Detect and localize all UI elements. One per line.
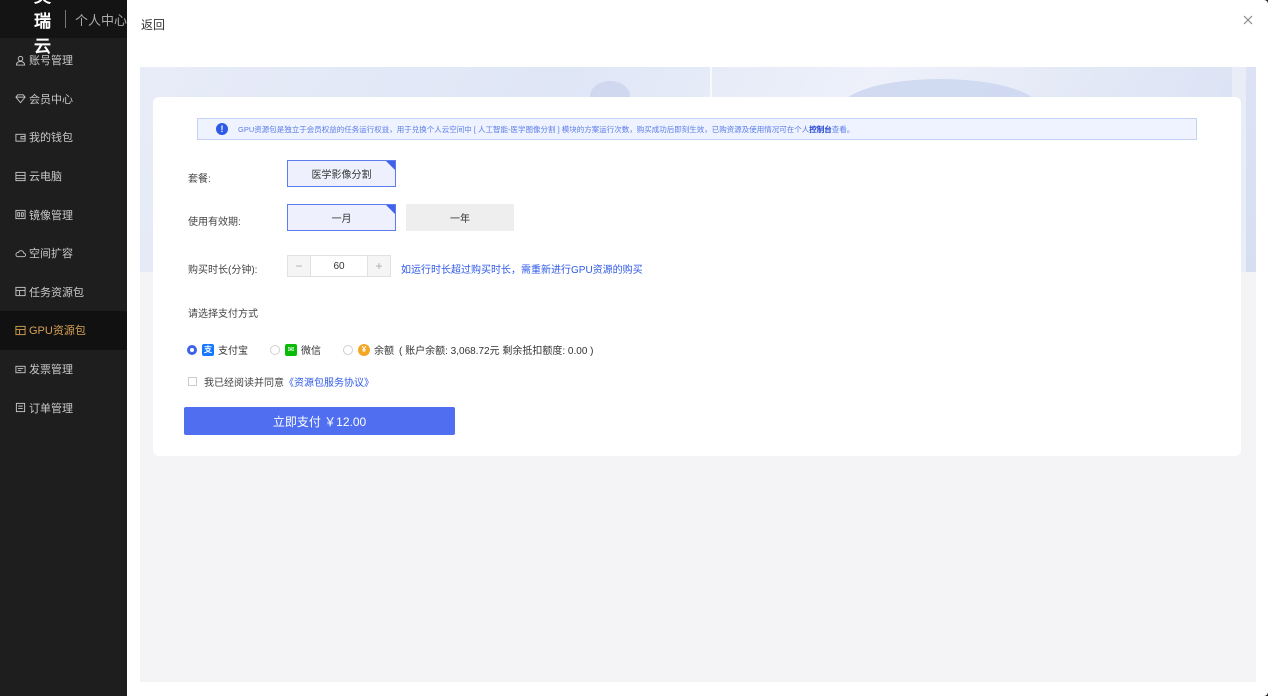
- sidebar-item-label: 空间扩容: [29, 248, 73, 261]
- balance-label: 余额: [374, 346, 394, 357]
- package-label: 套餐:: [188, 174, 211, 185]
- brand-subtitle: 个人中心: [74, 12, 127, 28]
- payment-option-alipay[interactable]: 支 支付宝: [187, 342, 248, 357]
- sidebar-item-orders[interactable]: 订单管理: [0, 388, 127, 427]
- payment-option-balance[interactable]: ¥ 余额 ( 账户余额: 3,068.72元 剩余抵扣额度: 0.00 ): [343, 342, 594, 357]
- wechat-icon: ✉: [285, 343, 297, 356]
- validity-label: 使用有效期:: [188, 217, 241, 228]
- sidebar-item-label: 订单管理: [29, 402, 73, 415]
- notice-text: GPU资源包是独立于会员权益的任务运行权益，用于兑换个人云空间中 [ 人工智能-…: [238, 124, 855, 134]
- user-icon: [14, 54, 26, 66]
- increment-button[interactable]: +: [368, 256, 390, 276]
- console-link[interactable]: 控制台: [809, 125, 832, 134]
- coin-icon: ¥: [358, 343, 370, 356]
- agreement-text: 我已经阅读并同意: [204, 378, 284, 389]
- alipay-label: 支付宝: [218, 346, 248, 357]
- sidebar-item-label: 云电脑: [29, 171, 62, 184]
- alipay-radio[interactable]: [187, 344, 197, 355]
- validity-option-year[interactable]: 一年: [406, 204, 514, 231]
- diamond-icon: [14, 93, 26, 105]
- package-icon: [14, 286, 26, 298]
- pay-now-button[interactable]: 立即支付 ￥12.00: [184, 407, 455, 435]
- agreement-link[interactable]: 《资源包服务协议》: [284, 374, 374, 389]
- sidebar-item-label: 发票管理: [29, 364, 73, 377]
- invoice-icon: [14, 363, 26, 375]
- wallet-icon: [14, 131, 26, 143]
- sidebar-item-gpu-package[interactable]: GPU资源包: [0, 311, 127, 350]
- sidebar-item-label: 任务资源包: [29, 286, 84, 299]
- sidebar-item-label: 我的钱包: [29, 132, 73, 145]
- brand-header: 英瑞云 个人中心: [0, 0, 127, 56]
- close-icon[interactable]: [1240, 12, 1256, 28]
- purchase-card: ! GPU资源包是独立于会员权益的任务运行权益，用于兑换个人云空间中 [ 人工智…: [153, 97, 1241, 456]
- back-link[interactable]: 返回: [141, 16, 165, 33]
- sidebar-item-label: 账号管理: [29, 55, 73, 68]
- sidebar-item-account[interactable]: 账号管理: [0, 41, 127, 80]
- sidebar-item-label: 镜像管理: [29, 209, 73, 222]
- sidebar-item-label: 会员中心: [29, 93, 73, 106]
- sidebar-item-membership[interactable]: 会员中心: [0, 80, 127, 119]
- sidebar-item-invoices[interactable]: 发票管理: [0, 350, 127, 389]
- sidebar-item-task-package[interactable]: 任务资源包: [0, 273, 127, 312]
- duration-label: 购买时长(分钟):: [188, 265, 258, 276]
- sidebar-item-storage[interactable]: 空间扩容: [0, 234, 127, 273]
- agreement-checkbox[interactable]: [188, 377, 197, 386]
- sidebar-item-cloud-pc[interactable]: 云电脑: [0, 157, 127, 196]
- package-icon: [14, 324, 26, 336]
- computer-icon: [14, 170, 26, 182]
- package-option-medical-segmentation[interactable]: 医学影像分割: [287, 160, 396, 187]
- sidebar-item-images[interactable]: 镜像管理: [0, 195, 127, 234]
- sidebar-item-label: GPU资源包: [29, 325, 86, 338]
- balance-radio[interactable]: [343, 344, 353, 355]
- sidebar-item-wallet[interactable]: 我的钱包: [0, 118, 127, 157]
- payment-method-label: 请选择支付方式: [188, 309, 258, 320]
- agreement-row: 我已经阅读并同意 《资源包服务协议》: [188, 374, 374, 389]
- sidebar: 英瑞云 个人中心 账号管理 会员中心 我的钱包 云电脑 镜像管理 空间扩容: [0, 0, 127, 696]
- cloud-icon: [14, 247, 26, 259]
- wechat-label: 微信: [301, 346, 321, 357]
- brand-logo-text: 英瑞云: [34, 0, 52, 56]
- validity-option-month[interactable]: 一月: [287, 204, 396, 231]
- duration-hint: 如运行时长超过购买时长，需重新进行GPU资源的购买: [401, 265, 643, 276]
- payment-option-wechat[interactable]: ✉ 微信: [270, 342, 321, 357]
- duration-stepper: − 60 +: [287, 255, 391, 277]
- info-notice: ! GPU资源包是独立于会员权益的任务运行权益，用于兑换个人云空间中 [ 人工智…: [197, 118, 1197, 140]
- wechat-radio[interactable]: [270, 344, 280, 355]
- decrement-button[interactable]: −: [288, 256, 310, 276]
- order-icon: [14, 402, 26, 414]
- alipay-icon: 支: [202, 343, 214, 356]
- payment-options: 支 支付宝 ✉ 微信 ¥ 余额 ( 账户余额: 3,068.72元 剩余抵扣额度…: [187, 342, 616, 357]
- balance-detail: ( 账户余额: 3,068.72元 剩余抵扣额度: 0.00 ): [399, 346, 594, 357]
- image-icon: [14, 209, 26, 221]
- gpu-package-panel: 返回 ! GPU资源包是独立于会员权益的任务运行权益，用于兑换个人云空间中 [ …: [127, 0, 1268, 696]
- duration-input[interactable]: 60: [310, 256, 368, 276]
- sidebar-nav: 账号管理 会员中心 我的钱包 云电脑 镜像管理 空间扩容 任务资源包 GPU资源…: [0, 41, 127, 427]
- info-icon: !: [216, 123, 228, 135]
